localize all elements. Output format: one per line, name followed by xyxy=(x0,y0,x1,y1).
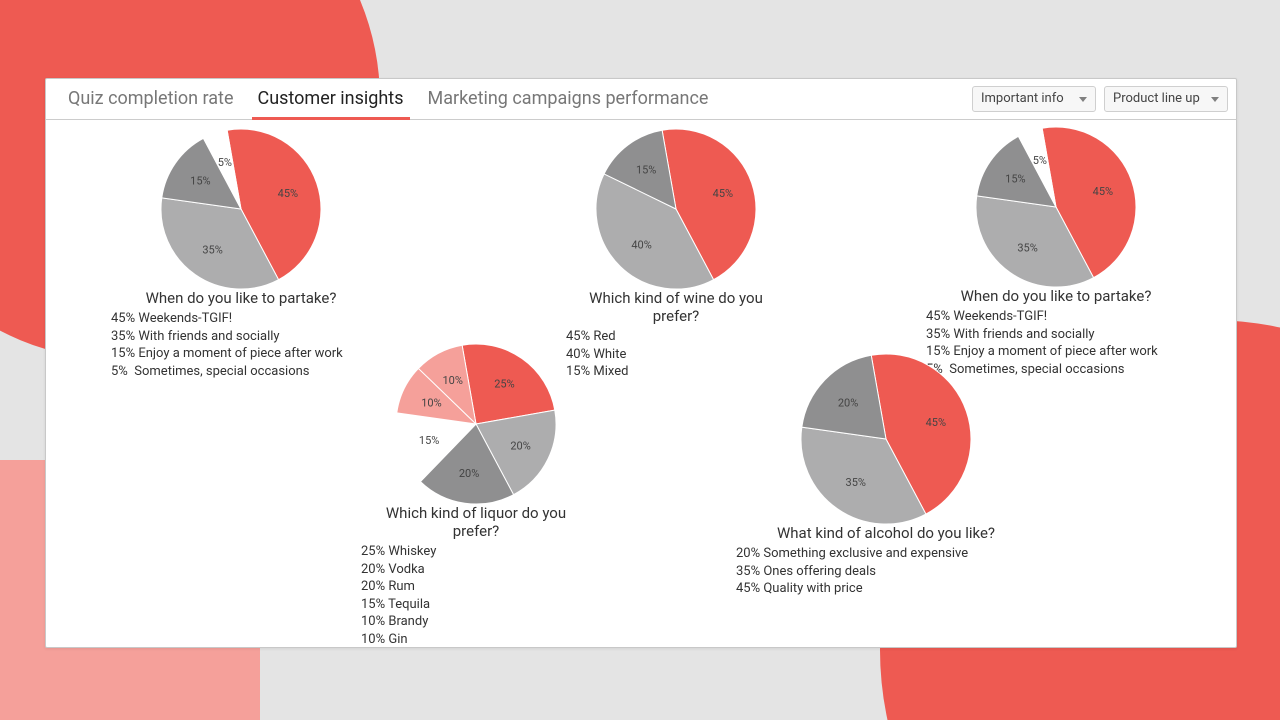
dropdown-group: Important info Product line up xyxy=(972,86,1228,112)
tab-quiz-completion-rate[interactable]: Quiz completion rate xyxy=(56,79,246,119)
pie-slice-label: 5% xyxy=(1033,154,1047,167)
pie-chart: 45% 40% 15% xyxy=(596,129,756,289)
pie-chart: 45% 35% 15% 5% xyxy=(161,129,321,289)
pie-slice-label: 15% xyxy=(419,434,439,447)
legend-item: 15% Enjoy a moment of piece after work xyxy=(111,345,371,363)
legend-item: 45% Quality with price xyxy=(736,580,1036,598)
pie-slice-label: 40% xyxy=(631,239,651,252)
pie-slice-label: 20% xyxy=(838,396,858,409)
pie-slice-label: 20% xyxy=(459,467,479,480)
chart-title: Which kind of liquor do you prefer? xyxy=(361,504,591,540)
legend-item: 20% Something exclusive and expensive xyxy=(736,545,1036,563)
pie-slice-label: 45% xyxy=(926,416,946,429)
pie-slice-label: 15% xyxy=(636,163,656,176)
tabbar: Quiz completion rate Customer insights M… xyxy=(46,79,1236,120)
legend: 20% Something exclusive and expensive35%… xyxy=(736,545,1036,598)
pie-slice-label: 15% xyxy=(190,175,210,188)
legend-item: 20% Rum xyxy=(361,578,591,596)
chart-block-alcohol: 45% 35% 20% What kind of alcohol do you lik… xyxy=(736,354,1036,598)
chart-title: Which kind of wine do you prefer? xyxy=(566,289,786,325)
legend-item: 45% Weekends-TGIF! xyxy=(926,308,1186,326)
chart-block-partake-2: 45%35%15%5%When do you like to partake?4… xyxy=(926,127,1186,378)
pie-chart: 45% 35% 15% 5% xyxy=(976,127,1136,287)
legend-item: 25% Whiskey xyxy=(361,543,591,561)
legend-item: 35% With friends and socially xyxy=(111,328,371,346)
chart-title: When do you like to partake? xyxy=(111,289,371,307)
legend-item: 35% Ones offering deals xyxy=(736,563,1036,581)
legend: 25% Whiskey20% Vodka20% Rum15% Tequila10… xyxy=(361,543,591,648)
chart-block-liquor: 25% 20% 20% 15% 10%10% Which kind of liquor d… xyxy=(361,344,591,648)
pie-slice-label: 45% xyxy=(1093,185,1113,198)
dropdown-important-info[interactable]: Important info xyxy=(972,86,1096,112)
pie-slice-label: 35% xyxy=(1017,242,1037,255)
chart-title: What kind of alcohol do you like? xyxy=(736,524,1036,542)
legend-item: 20% Vodka xyxy=(361,561,591,579)
pie-slice-label: 5% xyxy=(218,156,232,169)
pie-slice-label: 10% xyxy=(421,396,441,409)
pie-chart: 25% 20% 20% 15% 10%10% xyxy=(396,344,556,504)
dropdown-label: Important info xyxy=(981,91,1064,106)
legend: 45% Weekends-TGIF!35% With friends and s… xyxy=(111,310,371,380)
legend-item: 15% Tequila xyxy=(361,596,591,614)
legend-item: 10% Brandy xyxy=(361,613,591,631)
dropdown-label: Product line up xyxy=(1113,91,1200,106)
legend-item: 45% Weekends-TGIF! xyxy=(111,310,371,328)
pie-slice-label: 25% xyxy=(494,377,514,390)
dropdown-product-lineup[interactable]: Product line up xyxy=(1104,86,1228,112)
pie-slice-label: 10% xyxy=(443,374,463,387)
pie-slice-label: 15% xyxy=(1005,173,1025,186)
legend-item: 5% Sometimes, special occasions xyxy=(111,363,371,381)
pie-slice-label: 20% xyxy=(510,440,530,453)
chart-block-wine: 45% 40% 15% Which kind of wine do you prefe… xyxy=(566,129,786,381)
chevron-down-icon xyxy=(1079,97,1087,102)
pie-slice-label: 45% xyxy=(278,187,298,200)
pie-chart: 45% 35% 20% xyxy=(801,354,971,524)
legend-item: 45% Red xyxy=(566,328,786,346)
pie-slice-label: 35% xyxy=(202,244,222,257)
insights-panel: Quiz completion rate Customer insights M… xyxy=(45,78,1237,648)
pie-slice-label: 45% xyxy=(713,187,733,200)
tab-marketing-campaigns[interactable]: Marketing campaigns performance xyxy=(416,79,721,119)
legend-item: 10% Gin xyxy=(361,631,591,648)
chart-title: When do you like to partake? xyxy=(926,287,1186,305)
legend-item: 35% With friends and socially xyxy=(926,326,1186,344)
chart-block-partake-1: 45%35%15%5%When do you like to partake?4… xyxy=(111,129,371,380)
chevron-down-icon xyxy=(1211,97,1219,102)
pie-slice-label: 35% xyxy=(846,476,866,489)
tab-customer-insights[interactable]: Customer insights xyxy=(246,79,416,119)
